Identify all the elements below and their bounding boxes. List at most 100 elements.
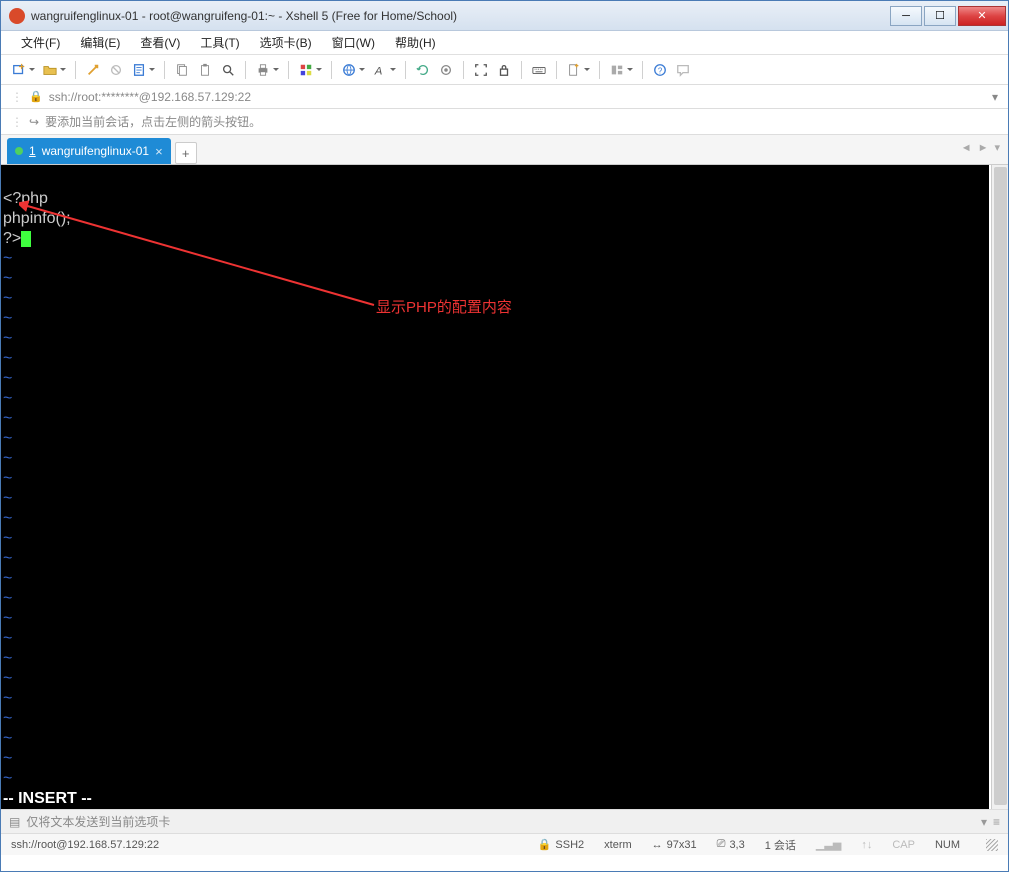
print-button[interactable]	[253, 60, 273, 80]
dropdown-icon[interactable]: ▾	[992, 90, 998, 104]
toolbar-separator	[599, 61, 600, 79]
tilde-line: ~	[3, 250, 12, 267]
lock-icon: 🔒	[29, 90, 43, 103]
copy-button[interactable]	[172, 60, 192, 80]
send-menu-icon[interactable]: ≡	[993, 815, 1000, 829]
menu-tools[interactable]: 工具(T)	[190, 31, 249, 54]
font-button[interactable]: A	[370, 60, 390, 80]
code-line: phpinfo();	[3, 210, 71, 227]
code-line: ?>	[3, 230, 31, 247]
tilde-line: ~	[3, 670, 12, 687]
toolbar-separator	[75, 61, 76, 79]
menu-edit[interactable]: 编辑(E)	[70, 31, 130, 54]
new-tab-button[interactable]: +	[175, 142, 197, 164]
tab-label: wangruifenglinux-01	[42, 144, 149, 158]
paste-button[interactable]	[195, 60, 215, 80]
menu-help[interactable]: 帮助(H)	[385, 31, 446, 54]
tilde-line: ~	[3, 290, 12, 307]
toolbar-separator	[331, 61, 332, 79]
toolbar-separator	[521, 61, 522, 79]
scrollbar-thumb[interactable]	[994, 167, 1007, 805]
tab-bar: 1 wangruifenglinux-01 × + ◄ ► ▾	[1, 135, 1008, 165]
new-session-button[interactable]	[9, 60, 29, 80]
lock-button[interactable]	[494, 60, 514, 80]
properties-button[interactable]	[129, 60, 149, 80]
maximize-button[interactable]: ☐	[924, 6, 956, 26]
resize-grip-icon[interactable]	[986, 839, 998, 851]
toolbar-separator	[288, 61, 289, 79]
add-session-icon[interactable]: ↪	[29, 115, 39, 129]
send-dropdown-icon[interactable]: ▾	[981, 815, 987, 829]
menu-file[interactable]: 文件(F)	[11, 31, 70, 54]
tab-number: 1	[29, 144, 36, 158]
status-signal-icon: ▁▃▅	[816, 838, 841, 851]
lock-icon: 🔒	[538, 838, 552, 851]
tilde-line: ~	[3, 570, 12, 587]
color-scheme-button[interactable]	[296, 60, 316, 80]
tilde-line: ~	[3, 390, 12, 407]
tilde-line: ~	[3, 650, 12, 667]
toolbar-separator	[463, 61, 464, 79]
minimize-button[interactable]: ─	[890, 6, 922, 26]
status-cursor-pos: ⎚3,3	[717, 838, 745, 851]
menu-view[interactable]: 查看(V)	[130, 31, 190, 54]
tilde-line: ~	[3, 750, 12, 767]
code-line: <?php	[3, 190, 48, 207]
reconnect-button[interactable]	[83, 60, 103, 80]
tab-close-icon[interactable]: ×	[155, 144, 163, 159]
help-button[interactable]: ?	[650, 60, 670, 80]
tab-nav: ◄ ► ▾	[961, 141, 1000, 154]
keyboard-button[interactable]	[529, 60, 549, 80]
find-button[interactable]	[218, 60, 238, 80]
toolbar-separator	[556, 61, 557, 79]
tilde-line: ~	[3, 610, 12, 627]
status-numlock: NUM	[935, 839, 960, 851]
vertical-scrollbar[interactable]	[991, 165, 1008, 809]
tilde-line: ~	[3, 470, 12, 487]
connection-status-icon	[15, 147, 23, 155]
send-text: 仅将文本发送到当前选项卡	[26, 813, 170, 830]
xagent-button[interactable]	[436, 60, 456, 80]
new-file-button[interactable]	[564, 60, 584, 80]
status-capslock: CAP	[892, 839, 915, 851]
tab-list-icon[interactable]: ▾	[994, 141, 1000, 154]
tip-bar: ⋮ ↪ 要添加当前会话，点击左侧的箭头按钮。	[1, 109, 1008, 135]
tilde-line: ~	[3, 690, 12, 707]
toolbar: A ?	[1, 55, 1008, 85]
status-sessions: 1 会话	[765, 837, 796, 853]
tilde-line: ~	[3, 370, 12, 387]
menu-window[interactable]: 窗口(W)	[322, 31, 385, 54]
session-tab[interactable]: 1 wangruifenglinux-01 ×	[7, 138, 171, 164]
menu-bar: 文件(F) 编辑(E) 查看(V) 工具(T) 选项卡(B) 窗口(W) 帮助(…	[1, 31, 1008, 55]
tab-next-icon[interactable]: ►	[978, 142, 989, 154]
address-text[interactable]: ssh://root:********@192.168.57.129:22	[49, 90, 992, 104]
tip-text: 要添加当前会话，点击左侧的箭头按钮。	[45, 113, 261, 130]
status-protocol: 🔒SSH2	[538, 838, 584, 851]
address-bar: ⋮ 🔒 ssh://root:********@192.168.57.129:2…	[1, 85, 1008, 109]
status-updown-icon: ↑↓	[861, 839, 872, 851]
close-button[interactable]: ✕	[958, 6, 1006, 26]
status-path: ssh://root@192.168.57.129:22	[11, 839, 159, 851]
open-button[interactable]	[40, 60, 60, 80]
tab-prev-icon[interactable]: ◄	[961, 142, 972, 154]
tilde-line: ~	[3, 590, 12, 607]
chat-button[interactable]	[673, 60, 693, 80]
refresh-button[interactable]	[413, 60, 433, 80]
grip-icon: ⋮	[11, 90, 23, 104]
send-bar: ▤ 仅将文本发送到当前选项卡 ▾ ≡	[1, 809, 1008, 833]
layout-button[interactable]	[607, 60, 627, 80]
window-controls: ─ ☐ ✕	[888, 6, 1006, 26]
vim-mode-line: -- INSERT --	[3, 790, 92, 807]
encoding-button[interactable]	[339, 60, 359, 80]
tilde-line: ~	[3, 270, 12, 287]
tilde-line: ~	[3, 770, 12, 787]
menu-tabs[interactable]: 选项卡(B)	[250, 31, 322, 54]
fullscreen-button[interactable]	[471, 60, 491, 80]
xshell-icon	[9, 8, 25, 24]
disconnect-button[interactable]	[106, 60, 126, 80]
tilde-line: ~	[3, 430, 12, 447]
status-term: xterm	[604, 839, 632, 851]
status-size: ↔97x31	[652, 839, 697, 851]
svg-text:A: A	[374, 65, 383, 77]
terminal[interactable]: <?php phpinfo(); ?> ~ ~ ~ ~ ~ ~ ~ ~ ~ ~ …	[1, 165, 989, 809]
